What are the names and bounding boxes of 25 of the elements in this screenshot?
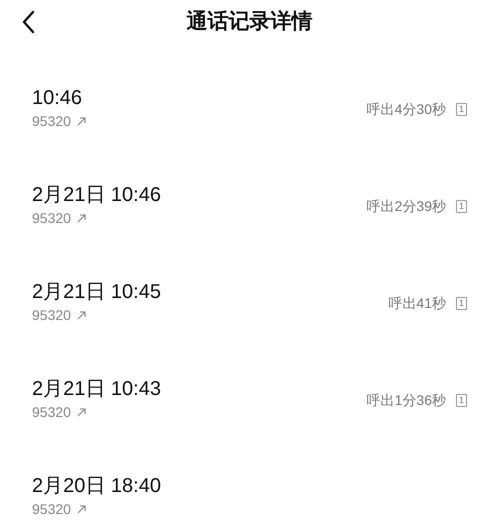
- call-duration: 呼出1分36秒: [366, 391, 446, 410]
- call-duration: 呼出41秒: [388, 294, 446, 313]
- sim-badge: 1: [456, 297, 467, 310]
- call-duration: 呼出4分30秒: [366, 100, 446, 119]
- outgoing-arrow-icon: [76, 310, 86, 320]
- phone-number: 95320: [32, 403, 71, 421]
- back-icon: [21, 10, 35, 34]
- call-time: 10:46: [32, 86, 84, 110]
- sim-badge: 1: [456, 394, 467, 407]
- outgoing-arrow-icon: [76, 408, 86, 416]
- page-title: 通话记录详情: [186, 8, 312, 36]
- call-duration: 呼出2分39秒: [366, 197, 446, 216]
- phone-number: 95320: [32, 209, 71, 227]
- call-time: 2月21日 10:45: [32, 280, 161, 304]
- outgoing-arrow-icon: [76, 504, 86, 514]
- call-time: 2月21日 10:43: [32, 377, 161, 401]
- outgoing-arrow-icon: [76, 116, 86, 126]
- phone-number: 95320: [32, 500, 71, 518]
- call-time: 2月20日 18:40: [32, 474, 161, 498]
- sim-badge: 1: [456, 103, 467, 116]
- call-time: 2月21日 10:46: [32, 183, 161, 207]
- phone-number: 95320: [32, 306, 71, 324]
- phone-number: 95320: [32, 112, 71, 130]
- sim-badge: 1: [456, 200, 467, 213]
- outgoing-arrow-icon: [76, 214, 86, 222]
